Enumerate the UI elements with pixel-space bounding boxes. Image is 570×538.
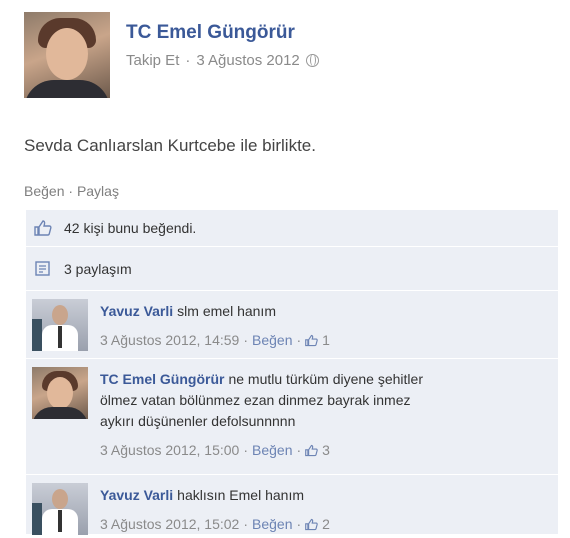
shares-summary[interactable]: 3 paylaşım bbox=[26, 247, 558, 291]
meta-separator: · bbox=[243, 332, 249, 348]
share-icon bbox=[35, 260, 50, 276]
commenter-avatar[interactable] bbox=[32, 367, 88, 419]
post-header: TC Emel Güngörür Takip Et · 3 Ağustos 20… bbox=[24, 12, 319, 98]
globe-icon bbox=[305, 54, 319, 67]
comment-item: TC Emel Güngörür ne mutlu türküm diyene ş… bbox=[26, 359, 558, 475]
comment-like-count[interactable]: 1 bbox=[322, 330, 330, 351]
comment-body: Yavuz Varli slm emel hanım 3 Ağustos 2012… bbox=[100, 301, 330, 358]
comment-meta: 3 Ağustos 2012, 15:00 · Beğen · 3 bbox=[100, 440, 423, 461]
comment-like-count[interactable]: 2 bbox=[322, 514, 330, 535]
comment-author[interactable]: TC Emel Güngörür bbox=[100, 371, 224, 387]
comment-like-count[interactable]: 3 bbox=[322, 440, 330, 461]
comment-meta: 3 Ağustos 2012, 14:59 · Beğen · 1 bbox=[100, 330, 330, 351]
post-actions: Beğen · Paylaş bbox=[24, 183, 119, 199]
feedback-panel: 42 kişi bunu beğendi. 3 paylaşım Yavuz V… bbox=[26, 210, 558, 535]
comment-item: Yavuz Varli slm emel hanım 3 Ağustos 2012… bbox=[26, 291, 558, 359]
comment-text-line: aykırı düşünenler defolsunnnnn bbox=[100, 413, 296, 429]
thumbs-up-icon bbox=[34, 220, 52, 236]
likes-summary[interactable]: 42 kişi bunu beğendi. bbox=[26, 210, 558, 247]
thumbs-up-icon bbox=[305, 444, 318, 457]
meta-separator: · bbox=[296, 332, 302, 348]
comment-text: slm emel hanım bbox=[177, 303, 276, 319]
comment-author[interactable]: Yavuz Varli bbox=[100, 303, 173, 319]
post-date[interactable]: 3 Ağustos 2012 bbox=[196, 52, 299, 69]
meta-separator: · bbox=[296, 516, 302, 532]
comment-like-link[interactable]: Beğen bbox=[252, 330, 292, 351]
like-link[interactable]: Beğen bbox=[24, 183, 64, 199]
commenter-avatar[interactable] bbox=[32, 299, 88, 351]
meta-separator: · bbox=[243, 442, 249, 458]
comment-like-link[interactable]: Beğen bbox=[252, 514, 292, 535]
comment-meta: 3 Ağustos 2012, 15:02 · Beğen · 2 bbox=[100, 514, 330, 535]
shares-count-text[interactable]: 3 paylaşım bbox=[64, 261, 132, 277]
author-avatar[interactable] bbox=[24, 12, 110, 98]
post-text: Sevda Canlıarslan Kurtcebe ile birlikte. bbox=[24, 136, 316, 155]
meta-separator: · bbox=[296, 442, 302, 458]
comment-body: Yavuz Varli haklısın Emel hanım 3 Ağustos… bbox=[100, 485, 330, 534]
thumbs-up-icon bbox=[305, 518, 318, 531]
follow-link[interactable]: Takip Et bbox=[126, 52, 179, 69]
meta-separator: · bbox=[185, 52, 191, 69]
comment-time[interactable]: 3 Ağustos 2012, 14:59 bbox=[100, 330, 239, 351]
comment-time[interactable]: 3 Ağustos 2012, 15:00 bbox=[100, 440, 239, 461]
comment-item: Yavuz Varli haklısın Emel hanım 3 Ağustos… bbox=[26, 475, 558, 535]
post-author-name[interactable]: TC Emel Güngörür bbox=[126, 22, 319, 44]
commenter-avatar[interactable] bbox=[32, 483, 88, 535]
comment-time[interactable]: 3 Ağustos 2012, 15:02 bbox=[100, 514, 239, 535]
share-link[interactable]: Paylaş bbox=[77, 183, 119, 199]
comment-text-line: ölmez vatan bölünmez ezan dinmez bayrak … bbox=[100, 392, 411, 408]
actions-separator: · bbox=[68, 183, 74, 199]
post-header-text: TC Emel Güngörür Takip Et · 3 Ağustos 20… bbox=[126, 22, 319, 98]
likes-count-text[interactable]: 42 kişi bunu beğendi. bbox=[64, 220, 196, 236]
thumbs-up-icon bbox=[305, 334, 318, 347]
comment-body: TC Emel Güngörür ne mutlu türküm diyene ş… bbox=[100, 369, 423, 474]
comment-like-link[interactable]: Beğen bbox=[252, 440, 292, 461]
comment-author[interactable]: Yavuz Varli bbox=[100, 487, 173, 503]
post-meta: Takip Et · 3 Ağustos 2012 bbox=[126, 52, 319, 69]
comment-text: haklısın Emel hanım bbox=[177, 487, 305, 503]
comment-text: ne mutlu türküm diyene şehitler bbox=[228, 371, 423, 387]
meta-separator: · bbox=[243, 516, 249, 532]
